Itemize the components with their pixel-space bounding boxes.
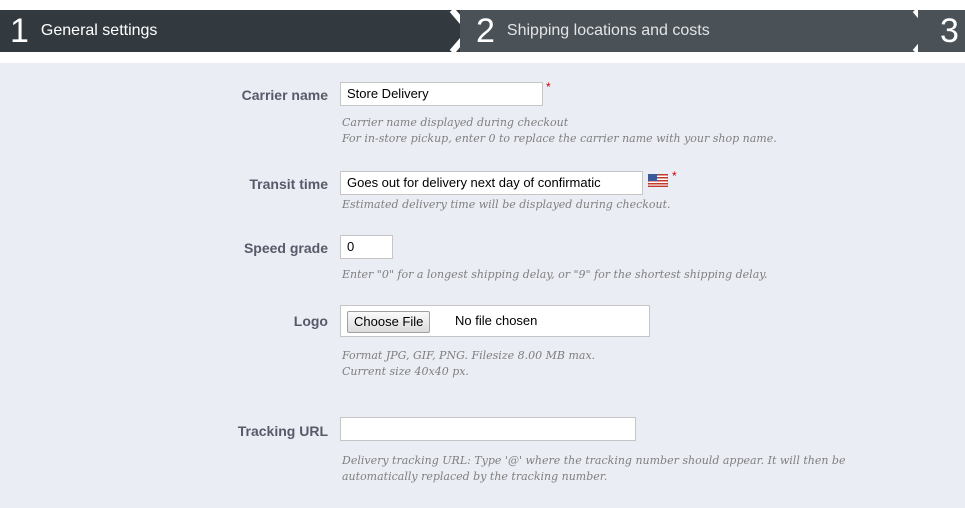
- speed-grade-label: Speed grade: [243, 240, 328, 256]
- step-label: General settings: [40, 22, 158, 39]
- step-label: Shipping locations and costs: [506, 22, 710, 39]
- file-status: No file chosen: [455, 313, 538, 328]
- us-flag-icon[interactable]: [648, 174, 668, 187]
- logo-label: Logo: [293, 313, 328, 329]
- speed-grade-input[interactable]: 0: [340, 235, 393, 259]
- tracking-url-label: Tracking URL: [237, 423, 328, 439]
- transit-time-label: Transit time: [249, 176, 328, 192]
- carrier-name-input[interactable]: Store Delivery: [340, 82, 543, 106]
- step-number: 2: [476, 12, 495, 50]
- carrier-form-panel: Carrier name Store Delivery * Carrier na…: [0, 63, 965, 508]
- tracking-url-hint: Delivery tracking URL: Type '@' where th…: [342, 454, 846, 483]
- logo-hint: Format JPG, GIF, PNG. Filesize 8.00 MB m…: [342, 349, 596, 378]
- transit-time-input[interactable]: Goes out for delivery next day of confir…: [340, 171, 643, 195]
- step-number: 1: [10, 12, 29, 50]
- logo-file-input[interactable]: Choose File No file chosen: [340, 305, 650, 337]
- required-marker: *: [672, 169, 677, 183]
- speed-grade-hint: Enter "0" for a longest shipping delay, …: [342, 268, 768, 281]
- step-3[interactable]: 3: [918, 10, 965, 52]
- step-general-settings[interactable]: 1 General settings: [0, 10, 465, 52]
- choose-file-button[interactable]: Choose File: [347, 311, 431, 333]
- carrier-name-label: Carrier name: [241, 87, 328, 103]
- required-marker: *: [546, 80, 551, 94]
- tracking-url-input[interactable]: [340, 417, 636, 441]
- step-shipping-locations[interactable]: 2 Shipping locations and costs: [460, 10, 930, 52]
- transit-time-hint: Estimated delivery time will be displaye…: [342, 198, 671, 211]
- wizard-steps: 1 General settings 2 Shipping locations …: [0, 10, 965, 52]
- carrier-name-hint: Carrier name displayed during checkout F…: [342, 116, 777, 145]
- step-number: 3: [940, 12, 959, 50]
